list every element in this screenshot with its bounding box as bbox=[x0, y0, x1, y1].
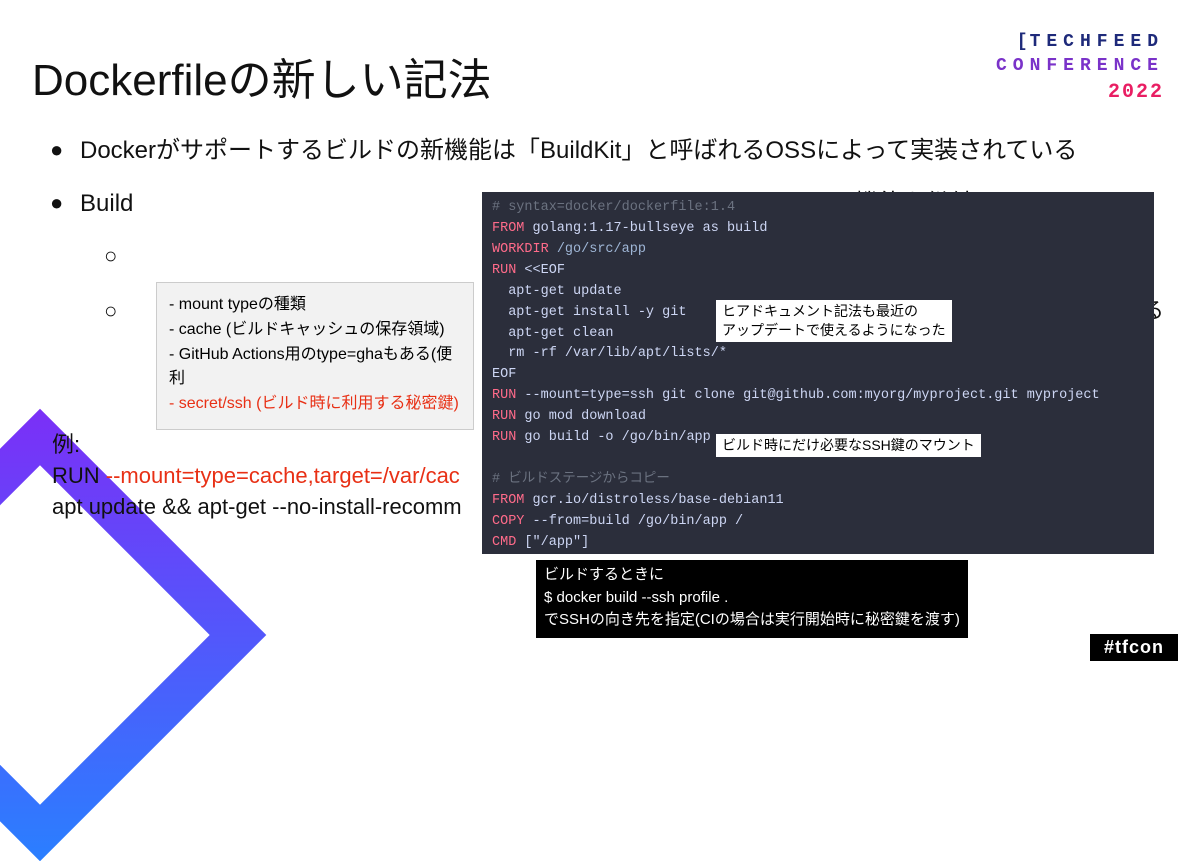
example-block: 例: RUN --mount=type=cache,target=/var/ca… bbox=[52, 430, 462, 522]
logo-line1: TECHFEED bbox=[996, 30, 1164, 54]
callout-ssh-mount: ビルド時にだけ必要なSSH鍵のマウント bbox=[716, 434, 981, 457]
bullet-1: ● Dockerがサポートするビルドの新機能は「BuildKit」と呼ばれるOS… bbox=[50, 134, 1170, 169]
float-l4: - secret/ssh (ビルド時に利用する秘密鍵) bbox=[169, 392, 461, 417]
ring-icon: ○ bbox=[104, 240, 130, 272]
example-label: 例: bbox=[52, 430, 462, 461]
float-l3: - GitHub Actions用のtype=ghaもある(便利 bbox=[169, 343, 461, 393]
dockerfile-code: # syntax=docker/dockerfile:1.4 FROM gola… bbox=[482, 192, 1154, 554]
hashtag-badge: #tfcon bbox=[1090, 634, 1178, 661]
ring-icon: ○ bbox=[104, 295, 130, 327]
mount-type-box: - mount typeの種類 - cache (ビルドキャッシュの保存領域) … bbox=[156, 282, 474, 430]
example-apt-line: apt update && apt-get --no-install-recom… bbox=[52, 492, 462, 523]
example-run-line: RUN --mount=type=cache,target=/var/cac bbox=[52, 461, 462, 492]
callout-heredoc: ヒアドキュメント記法も最近の アップデートで使えるようになった bbox=[716, 300, 952, 342]
logo-year: 2022 bbox=[996, 79, 1164, 106]
bottom-build-note: ビルドするときに $ docker build --ssh profile . … bbox=[536, 560, 968, 638]
bullet-dot: ● bbox=[50, 134, 80, 169]
logo-line2: CONFERENCE bbox=[996, 54, 1164, 78]
float-l2: - cache (ビルドキャッシュの保存領域) bbox=[169, 318, 461, 343]
slide-title: Dockerfileの新しい記法 bbox=[32, 44, 492, 108]
bullet-1-text: Dockerがサポートするビルドの新機能は「BuildKit」と呼ばれるOSSに… bbox=[80, 134, 1077, 169]
float-l1: - mount typeの種類 bbox=[169, 293, 461, 318]
bullet-dot: ● bbox=[50, 187, 80, 222]
event-logo: TECHFEED CONFERENCE 2022 bbox=[996, 30, 1164, 106]
